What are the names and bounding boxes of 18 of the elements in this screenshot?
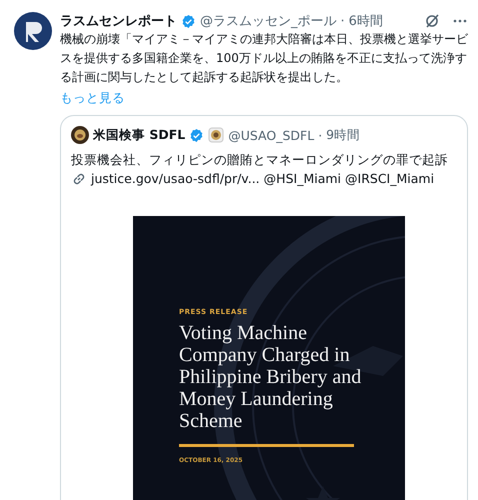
author-name[interactable]: 米国検事 SDFL [93, 126, 186, 144]
quoted-post-card[interactable] [60, 115, 468, 500]
affiliate-badge-icon [208, 127, 224, 143]
post-time[interactable]: 6時間 [348, 12, 383, 30]
post-time[interactable]: 9時間 [326, 126, 360, 144]
post-text: 機械の崩壊「マイアミ－マイアミの連邦大陪審は本日、投票機と選挙サービスを提供する多国籍企業を、100万ドル以上の賄賂を不正に支払って洗浄する計画に関与したとして起訴する起訴状を提出した。 [60, 31, 468, 86]
author-name[interactable]: ラスムセンレポート [60, 12, 177, 30]
mention-link[interactable]: @IRSCI_Miami [345, 169, 434, 188]
separator: · [318, 128, 322, 142]
url-link[interactable]: justice.gov/usao-sdfl/pr/v... [91, 169, 260, 188]
author-handle[interactable]: @USAO_SDFL [228, 128, 314, 142]
author-handle[interactable]: @ラスムッセン_ポール [200, 12, 336, 30]
mention-link[interactable]: @HSI_Miami [264, 169, 342, 188]
separator: · [340, 14, 345, 28]
avatar-icon[interactable] [71, 126, 89, 144]
avatar-icon[interactable] [14, 12, 52, 50]
post-text: 投票機会社、フィリピンの贈賄とマネーロンダリングの罪で起訴 [71, 151, 449, 169]
press-release-title: Voting Machine Company Charged in Philippine Bribery and Money Laundering Scheme [179, 322, 362, 432]
